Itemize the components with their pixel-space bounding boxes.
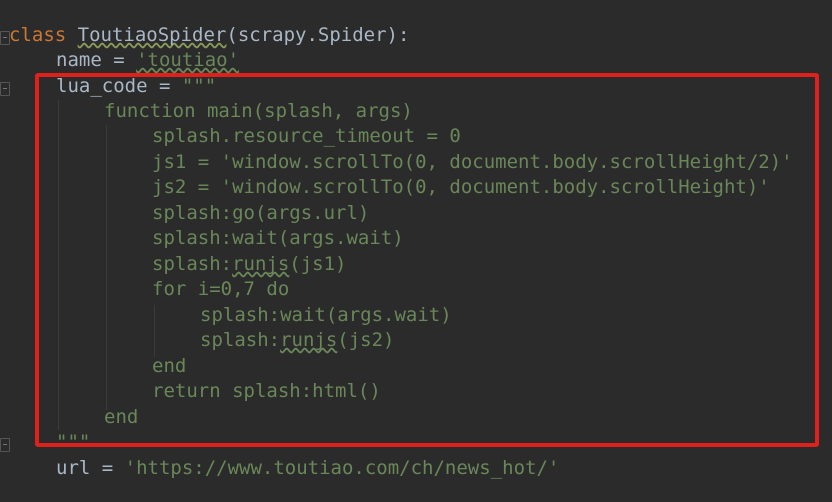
code-line[interactable]: url = 'https://www.toutiao.com/ch/news_h… [56,456,559,481]
code-editor[interactable]: class ToutiaoSpider(scrapy.Spider): name… [0,0,832,502]
assignment: name = [56,49,137,71]
keyword: class [9,24,67,46]
assignment: url = [56,457,125,479]
string-literal: 'https://www.toutiao.com/ch/news_hot/' [124,457,560,479]
string-literal: 'toutiao' [136,49,240,71]
fold-marker-icon[interactable] [0,82,10,96]
fold-marker-icon[interactable] [0,438,10,452]
class-name: ToutiaoSpider [77,24,227,46]
highlight-box [35,73,819,447]
code-line[interactable]: class ToutiaoSpider(scrapy.Spider): [9,23,409,48]
code-line[interactable]: name = 'toutiao' [56,48,239,73]
class-bases: (scrapy.Spider): [226,24,410,46]
